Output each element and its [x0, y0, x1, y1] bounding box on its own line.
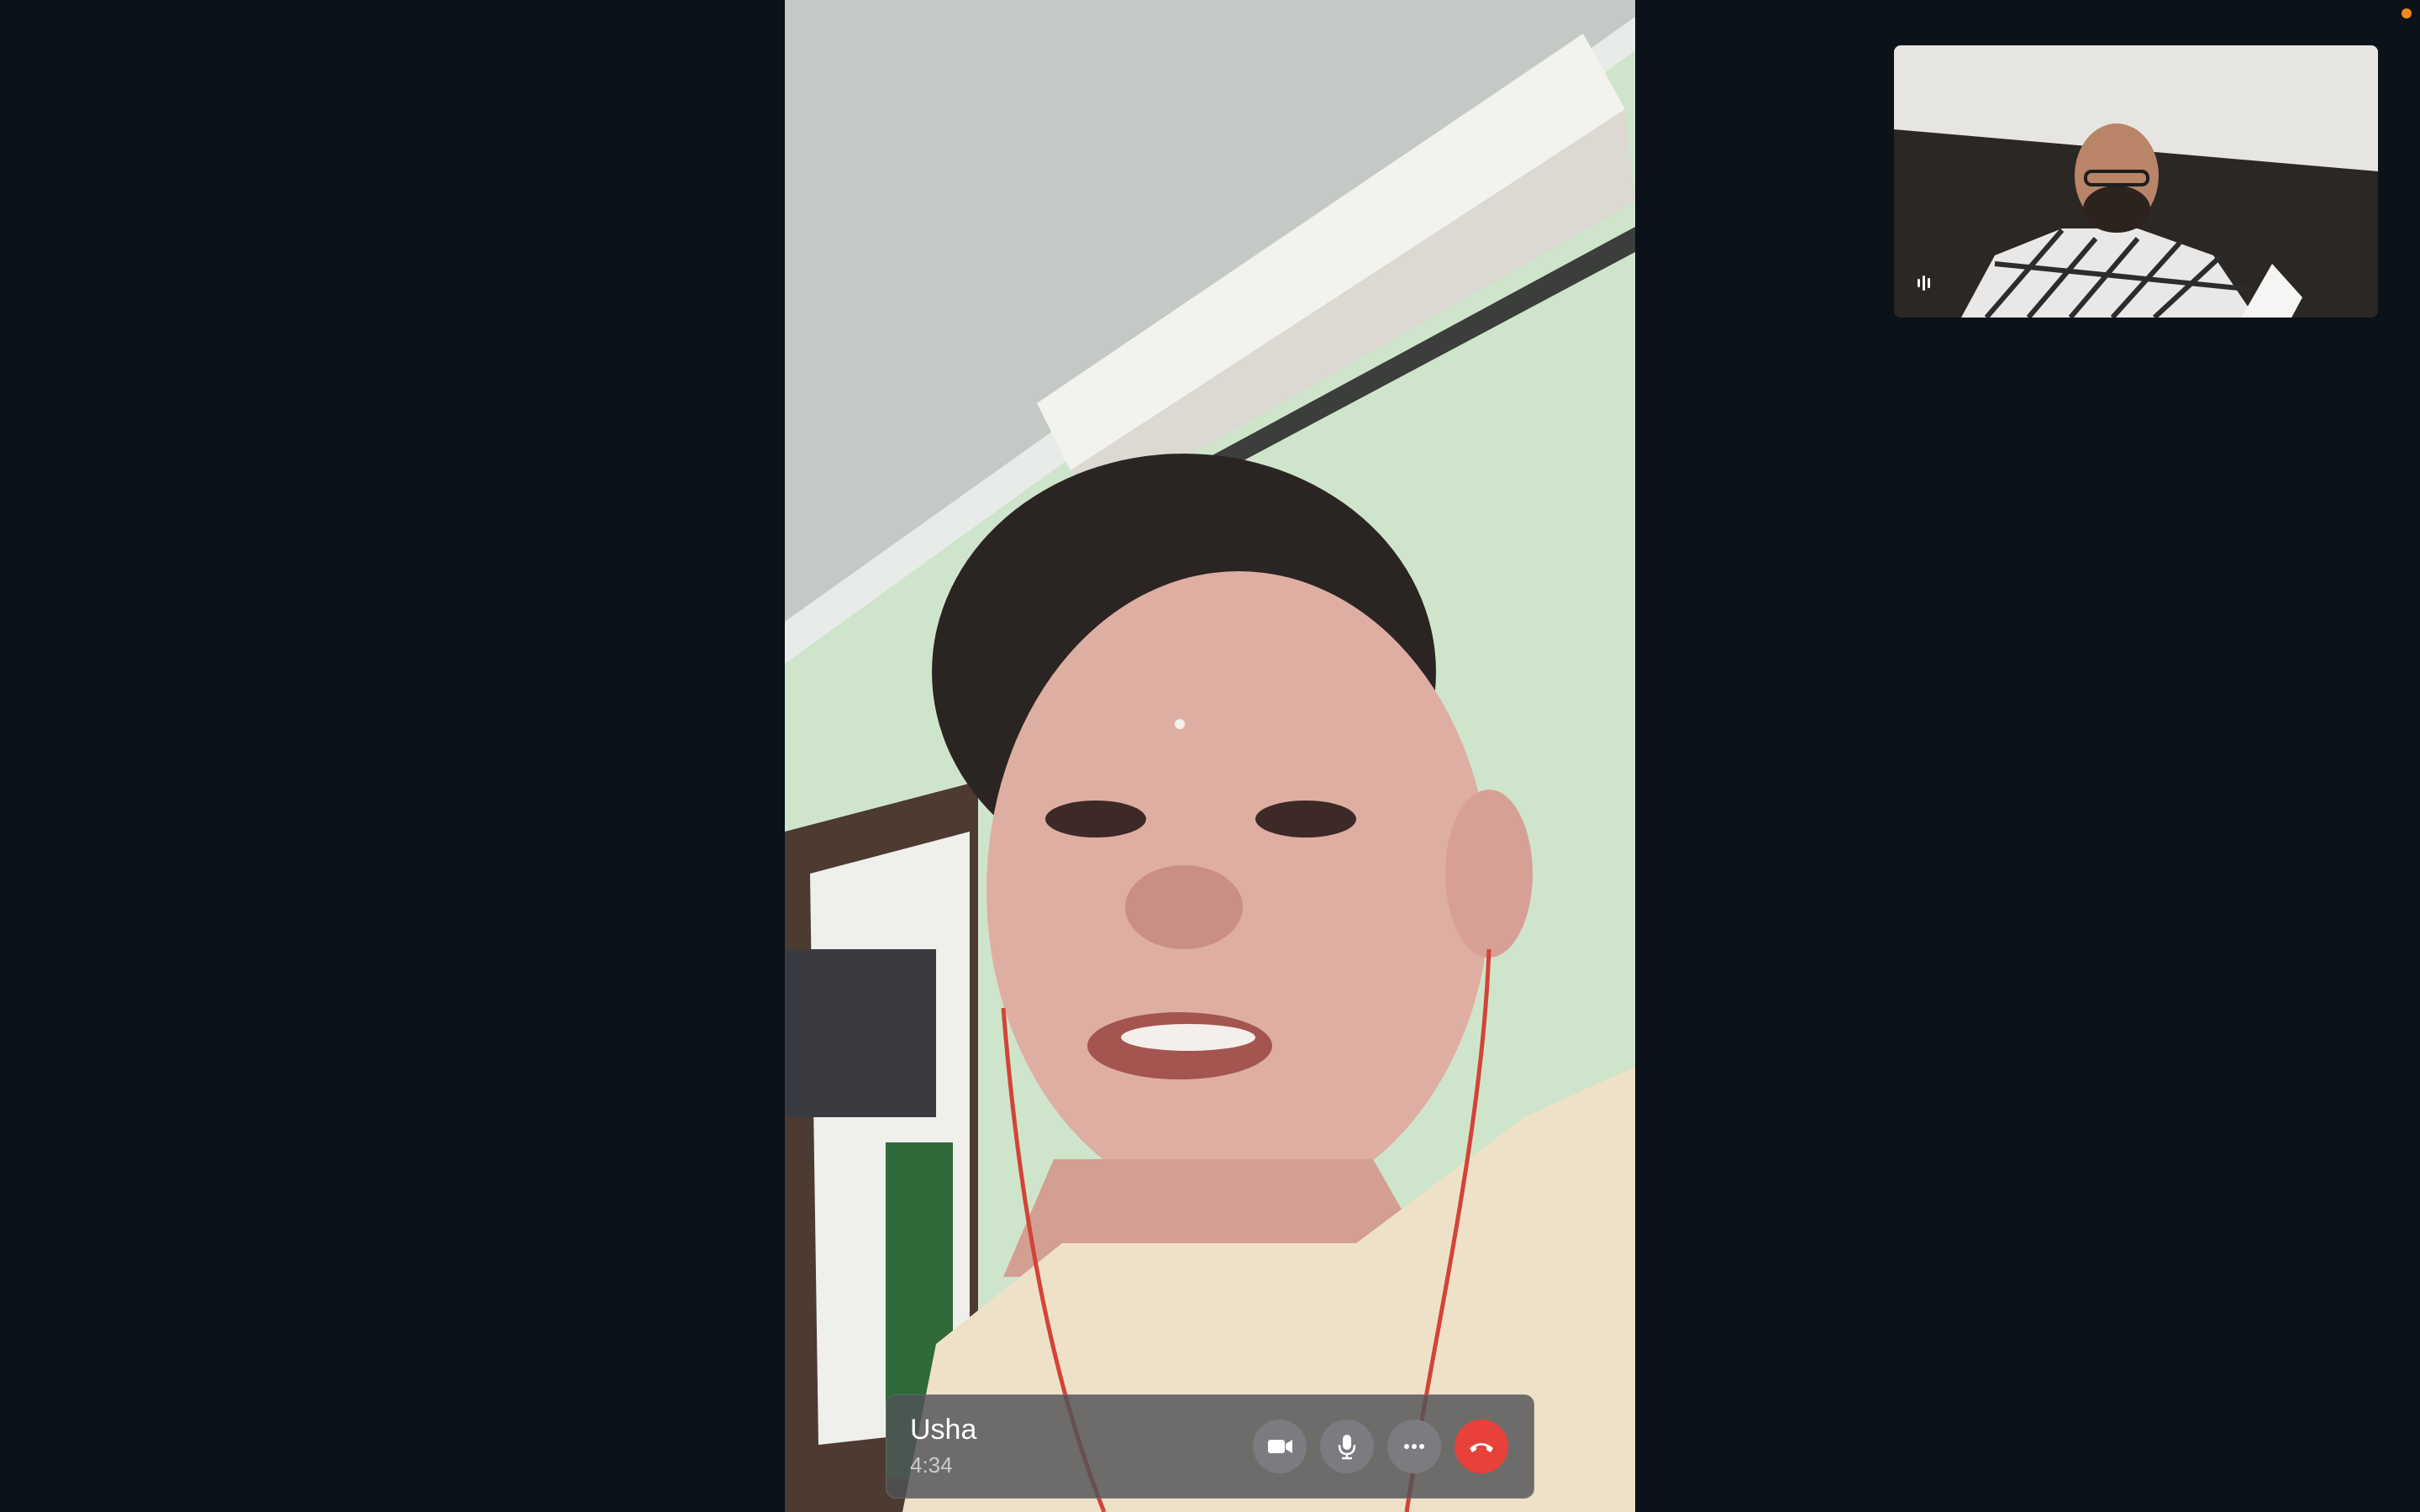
- microphone-icon: [1338, 1435, 1356, 1460]
- more-options-button[interactable]: [1387, 1420, 1441, 1473]
- call-control-bar: Usha 4:34: [886, 1394, 1534, 1499]
- self-view[interactable]: [1894, 45, 2378, 318]
- caller-name: Usha: [910, 1414, 977, 1446]
- microphone-toggle-button[interactable]: [1320, 1420, 1374, 1473]
- remote-video-frame: [785, 0, 1635, 1512]
- phone-hangup-icon: [1470, 1443, 1493, 1452]
- camera-toggle-button[interactable]: [1253, 1420, 1307, 1473]
- video-call-window: Usha 4:34: [0, 0, 2420, 1512]
- status-indicator-dot: [2402, 8, 2412, 18]
- remote-video: [785, 0, 1635, 1512]
- video-camera-icon: [1268, 1440, 1292, 1453]
- call-duration: 4:34: [910, 1452, 953, 1478]
- end-call-button[interactable]: [1455, 1420, 1508, 1473]
- self-view-frame: [1894, 45, 2378, 318]
- audio-level-icon: [1912, 272, 1934, 294]
- ellipsis-icon: [1404, 1444, 1424, 1449]
